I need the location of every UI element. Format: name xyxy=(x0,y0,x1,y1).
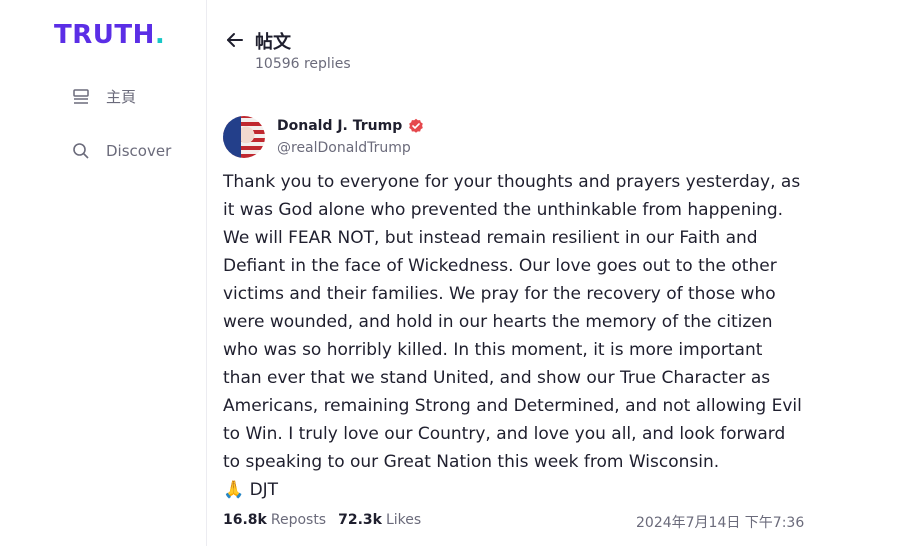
post-line: to Win. I truly love our Country, and lo… xyxy=(223,424,786,444)
post-line: Defiant in the face of Wickedness. Our l… xyxy=(223,256,777,276)
post-line: Thank you to everyone for your thoughts … xyxy=(223,172,801,192)
post-stats: 16.8k Reposts 72.3k Likes xyxy=(223,512,421,528)
post-line: who was so horribly killed. In this mome… xyxy=(223,340,763,360)
avatar[interactable] xyxy=(223,116,265,158)
post-line: Americans, remaining Strong and Determin… xyxy=(223,396,802,416)
post-line: than ever that we stand United, and show… xyxy=(223,368,771,388)
sidebar-item-home[interactable]: 主頁 xyxy=(72,86,136,107)
post-line: were wounded, and hold in our hearts the… xyxy=(223,312,773,332)
post-timestamp: 2024年7月14日 下午7:36 xyxy=(636,515,805,531)
post-line: to speaking to our Great Nation this wee… xyxy=(223,452,720,472)
reposts-count: 16.8k xyxy=(223,512,267,528)
back-arrow-icon[interactable] xyxy=(225,30,245,50)
replies-count: 10596 replies xyxy=(255,56,351,72)
home-icon xyxy=(72,88,90,106)
sidebar-item-label: Discover xyxy=(106,142,172,160)
sidebar: TRUTH. 主頁 Discover xyxy=(0,0,207,546)
post-line: We will FEAR NOT, but instead remain res… xyxy=(223,228,758,248)
author-name[interactable]: Donald J. Trump xyxy=(277,118,402,134)
page-title: 帖文 xyxy=(255,32,291,53)
main-content: 帖文 10596 replies Donald J. Trump @realDo… xyxy=(207,0,921,546)
likes-stat[interactable]: 72.3k Likes xyxy=(338,512,421,528)
sidebar-item-discover[interactable]: Discover xyxy=(72,142,171,160)
likes-count: 72.3k xyxy=(338,512,382,528)
search-icon xyxy=(72,142,90,160)
author-name-row[interactable]: Donald J. Trump xyxy=(277,118,424,134)
likes-label: Likes xyxy=(385,512,422,528)
verified-badge-icon xyxy=(408,118,424,134)
post-line: it was God alone who prevented the unthi… xyxy=(223,200,784,220)
sidebar-item-label: 主頁 xyxy=(106,88,137,106)
post-line: victims and their families. We pray for … xyxy=(223,284,776,304)
reposts-stat[interactable]: 16.8k Reposts xyxy=(223,512,326,528)
post-signoff: 🙏 DJT xyxy=(223,480,279,500)
post-body: Thank you to everyone for your thoughts … xyxy=(223,168,803,504)
author-handle[interactable]: @realDonaldTrump xyxy=(277,140,411,156)
reposts-label: Reposts xyxy=(270,512,327,528)
truth-logo[interactable]: TRUTH. xyxy=(54,22,165,48)
